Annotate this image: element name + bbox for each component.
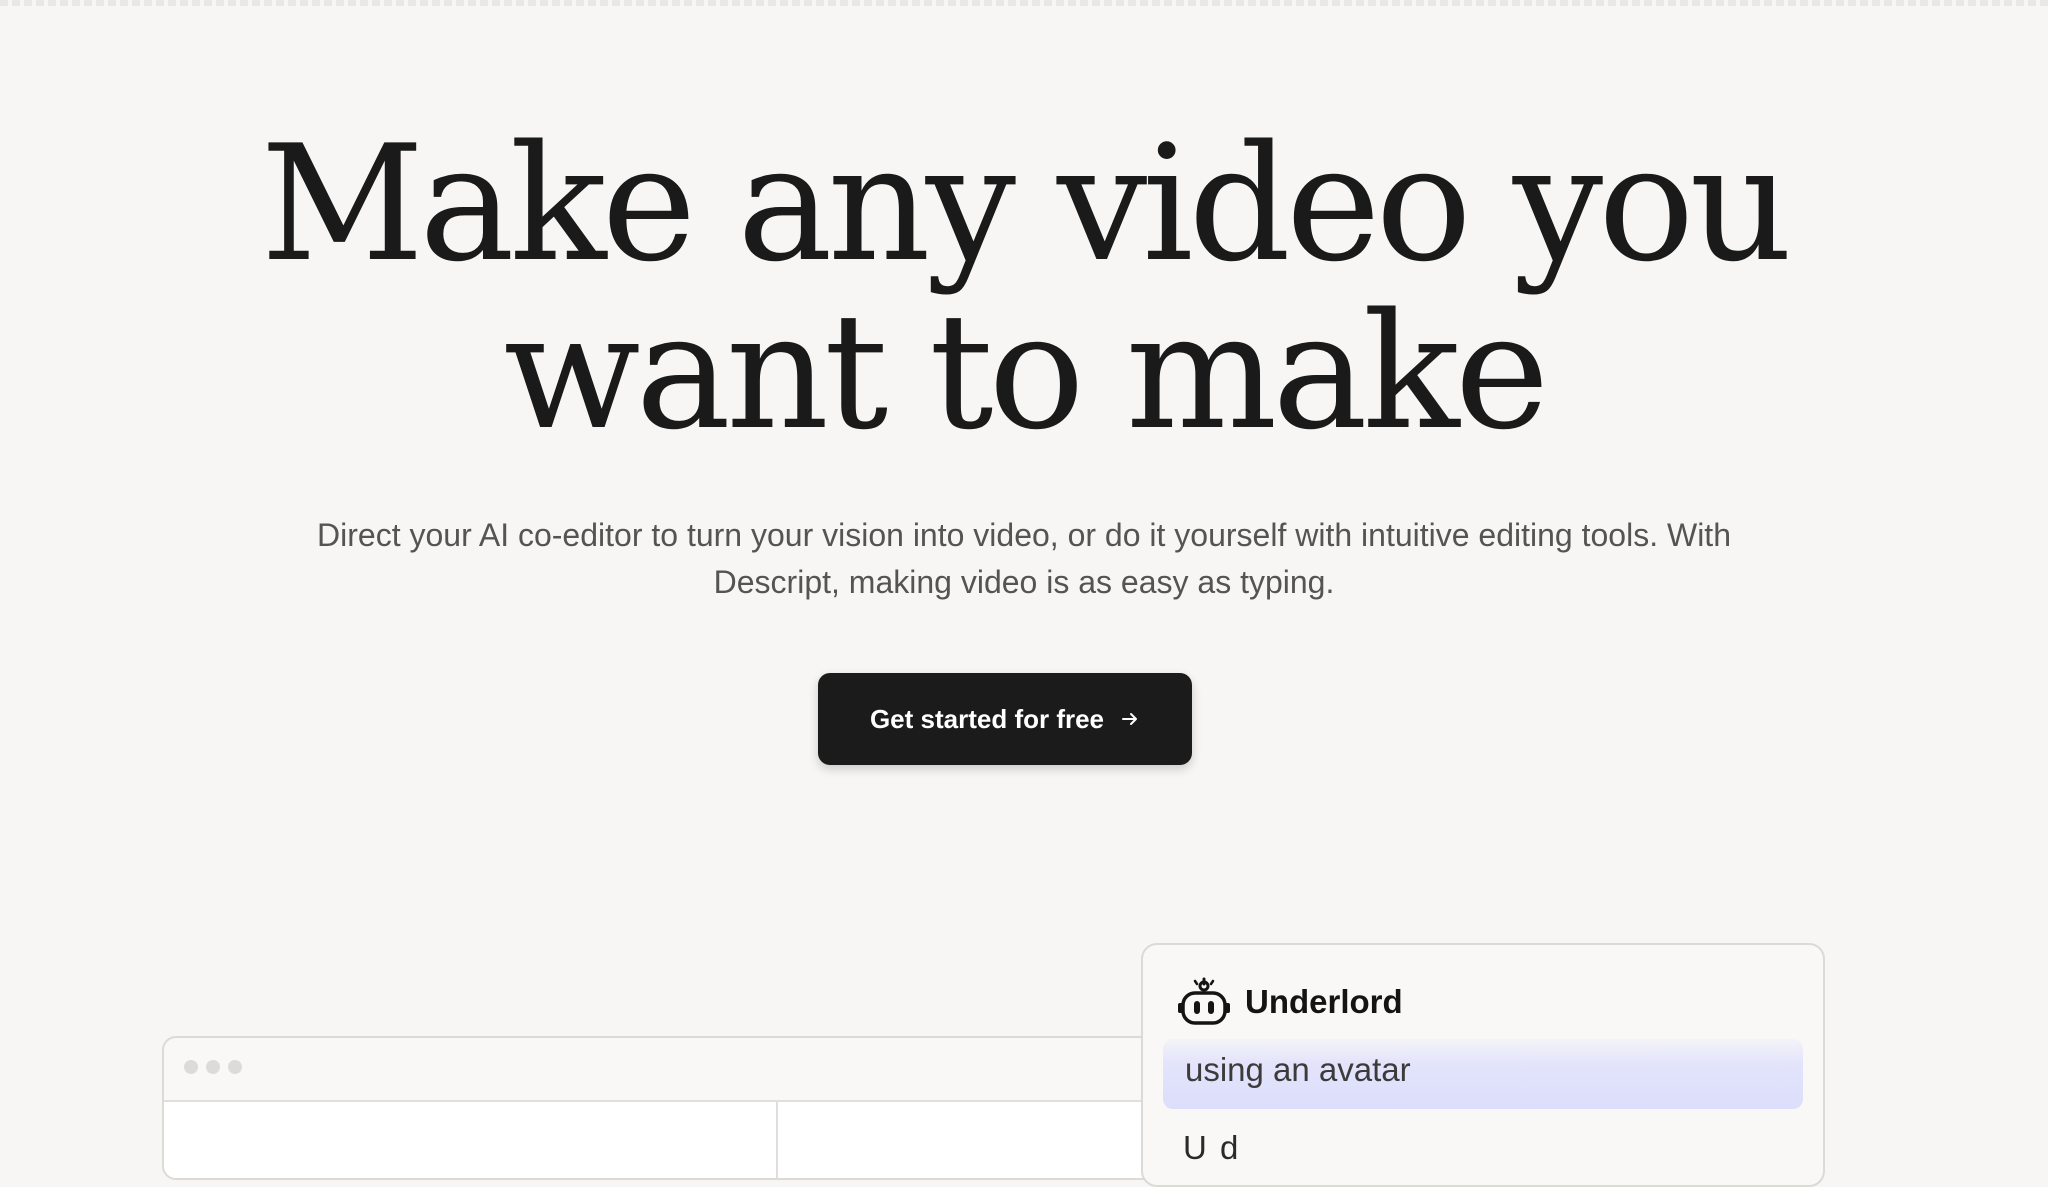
window-dot-maximize[interactable] [228,1060,242,1074]
underlord-suggestion-next[interactable]: U d [1183,1121,1443,1161]
editor-pane-divider[interactable] [776,1102,778,1178]
robot-icon [1178,977,1230,1025]
suggestion-text: using an avatar [1185,1051,1411,1088]
window-dot-minimize[interactable] [206,1060,220,1074]
next-suggestion-text: U d [1183,1129,1241,1161]
hero-headline: Make any video you want to make [0,120,2048,456]
hero-subtitle: Direct your AI co-editor to turn your vi… [317,517,1731,600]
top-border-strip [0,0,2048,6]
get-started-label: Get started for free [869,703,1105,734]
underlord-title: Underlord [1245,983,1403,1020]
underlord-suggestion-selected[interactable]: using an avatar [1163,1039,1803,1109]
window-dot-close[interactable] [184,1060,198,1074]
hero-headline-line-1: Make any video you [260,110,1792,297]
hero-headline-line-2: want to make [503,278,1550,465]
get-started-button[interactable]: Get started for free [818,673,1192,765]
underlord-panel: Underlord using an avatar U d [1141,943,1825,1187]
window-controls [184,1060,242,1074]
underlord-header: Underlord [1177,975,1403,1029]
arrow-right-icon [1122,713,1138,725]
